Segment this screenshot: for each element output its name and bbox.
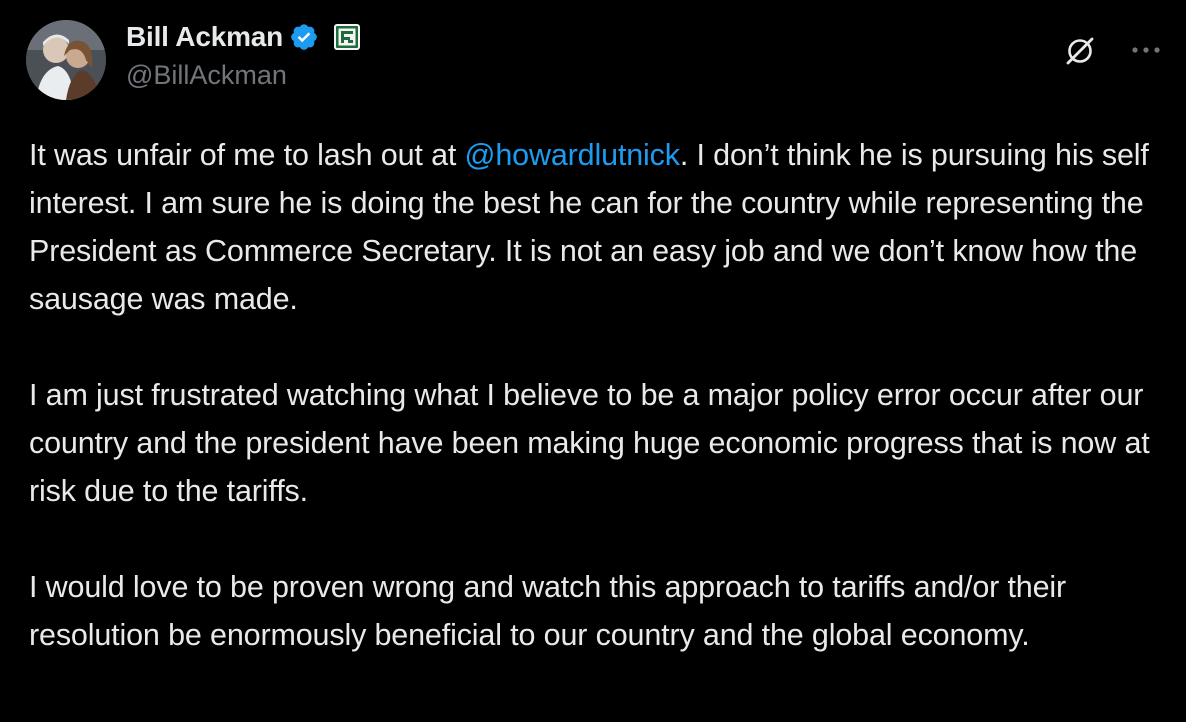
verified-badge-icon[interactable] (289, 22, 319, 52)
tweet-paragraph-1: It was unfair of me to lash out at @howa… (29, 131, 1169, 323)
more-options-button[interactable] (1126, 30, 1166, 70)
more-horizontal-icon (1132, 47, 1160, 53)
tweet-paragraph-3: I would love to be proven wrong and watc… (29, 570, 1067, 652)
avatar[interactable] (26, 20, 106, 100)
author-names: Bill Ackman @BillAckman (126, 20, 361, 91)
text-segment: It was unfair of me to lash out at (29, 138, 465, 172)
affiliate-badge-icon[interactable] (333, 23, 361, 51)
tweet-text: It was unfair of me to lash out at @howa… (29, 131, 1169, 659)
grok-icon[interactable] (1060, 30, 1100, 70)
avatar-image (26, 20, 106, 100)
mention-link[interactable]: @howardlutnick (465, 138, 681, 172)
tweet-paragraph-2: I am just frustrated watching what I bel… (29, 378, 1150, 508)
author-display-name[interactable]: Bill Ackman (126, 21, 283, 53)
author-handle[interactable]: @BillAckman (126, 60, 361, 91)
name-row: Bill Ackman (126, 20, 361, 54)
tweet-header: Bill Ackman @BillAckman (26, 14, 1166, 100)
tweet: Bill Ackman @BillAckman It was unfair of… (0, 0, 1186, 722)
